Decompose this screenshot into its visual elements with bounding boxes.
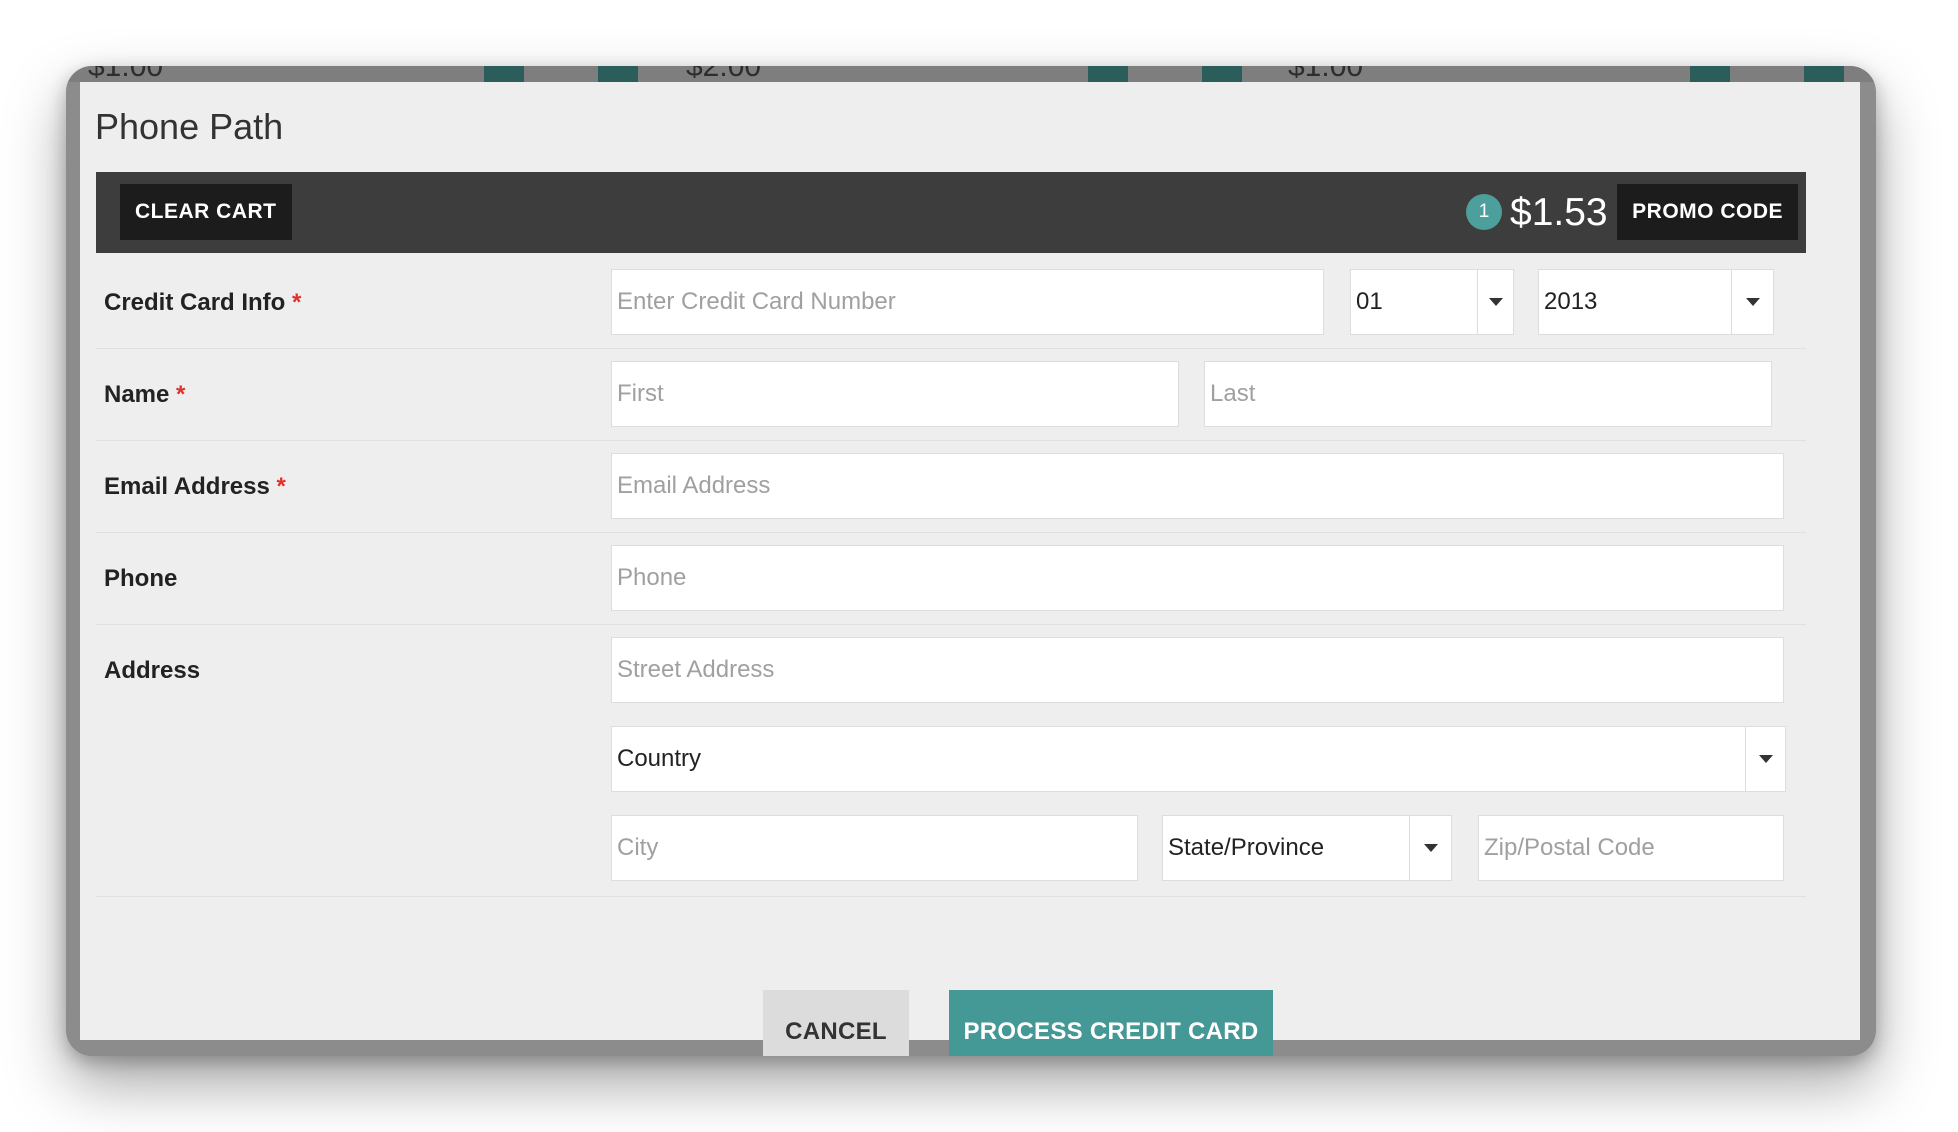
required-marker: * [292, 289, 302, 316]
city-input[interactable] [611, 815, 1138, 881]
credit-card-label: Credit Card Info * [104, 289, 301, 317]
background-product-strip: $1.00 $2.00 $1.00 [66, 66, 1876, 82]
street-address-input[interactable] [611, 637, 1784, 703]
dialog-title: Phone Path [95, 106, 284, 147]
credit-card-number-input[interactable] [611, 269, 1324, 335]
promo-code-button[interactable]: PROMO CODE [1617, 184, 1798, 240]
name-label-text: Name [104, 381, 170, 408]
email-input[interactable] [611, 453, 1784, 519]
country-value: Country [617, 745, 702, 772]
expiry-month-dropdown-toggle[interactable] [1477, 270, 1513, 334]
last-name-input[interactable] [1204, 361, 1772, 427]
background-tile [484, 66, 524, 82]
expiry-year-value: 2013 [1544, 288, 1598, 315]
background-tile [598, 66, 638, 82]
payment-dialog: Phone Path CLEAR CART 1 $1.53 PROMO CODE… [80, 82, 1860, 1056]
process-credit-card-button[interactable]: PROCESS CREDIT CARD [949, 990, 1273, 1056]
name-label: Name * [104, 381, 185, 409]
cart-count-badge: 1 [1466, 194, 1502, 230]
background-tile [1088, 66, 1128, 82]
first-name-input[interactable] [611, 361, 1179, 427]
chevron-down-icon [1746, 298, 1760, 306]
background-price: $1.00 [88, 66, 163, 82]
chevron-down-icon [1424, 844, 1438, 852]
background-tile [1202, 66, 1242, 82]
phone-input[interactable] [611, 545, 1784, 611]
state-province-dropdown-toggle[interactable] [1409, 816, 1451, 880]
required-marker: * [276, 473, 286, 500]
chevron-down-icon [1489, 298, 1503, 306]
email-row: Email Address * [96, 441, 1806, 533]
address-label: Address [104, 657, 201, 684]
country-select[interactable]: Country [611, 726, 1786, 792]
cart-total: $1.53 [1510, 191, 1608, 234]
chevron-down-icon [1759, 755, 1773, 763]
phone-label: Phone [104, 565, 178, 592]
expiry-month-value: 01 [1356, 288, 1383, 315]
state-province-select[interactable]: State/Province [1162, 815, 1452, 881]
email-label-text: Email Address [104, 473, 270, 500]
cart-bar: CLEAR CART 1 $1.53 PROMO CODE [96, 172, 1806, 253]
expiry-year-dropdown-toggle[interactable] [1731, 270, 1773, 334]
background-price: $2.00 [686, 66, 761, 82]
expiry-year-select[interactable]: 2013 [1538, 269, 1774, 335]
background-price: $1.00 [1288, 66, 1363, 82]
clear-cart-button[interactable]: CLEAR CART [120, 184, 292, 240]
name-row: Name * [96, 349, 1806, 441]
expiry-month-select[interactable]: 01 [1350, 269, 1514, 335]
address-row: Address Country State/Province [96, 625, 1806, 897]
zip-postal-code-input[interactable] [1478, 815, 1784, 881]
phone-row: Phone [96, 533, 1806, 625]
country-dropdown-toggle[interactable] [1745, 727, 1785, 791]
background-tile [1804, 66, 1844, 82]
modal-window: $1.00 $2.00 $1.00 Phone Path CLEAR CART … [66, 66, 1876, 1056]
email-label: Email Address * [104, 473, 286, 501]
cancel-button[interactable]: CANCEL [763, 990, 909, 1056]
state-province-value: State/Province [1168, 834, 1325, 861]
background-tile [1690, 66, 1730, 82]
credit-card-row: Credit Card Info * 01 2013 [96, 257, 1806, 349]
required-marker: * [176, 381, 186, 408]
credit-card-label-text: Credit Card Info [104, 289, 286, 316]
